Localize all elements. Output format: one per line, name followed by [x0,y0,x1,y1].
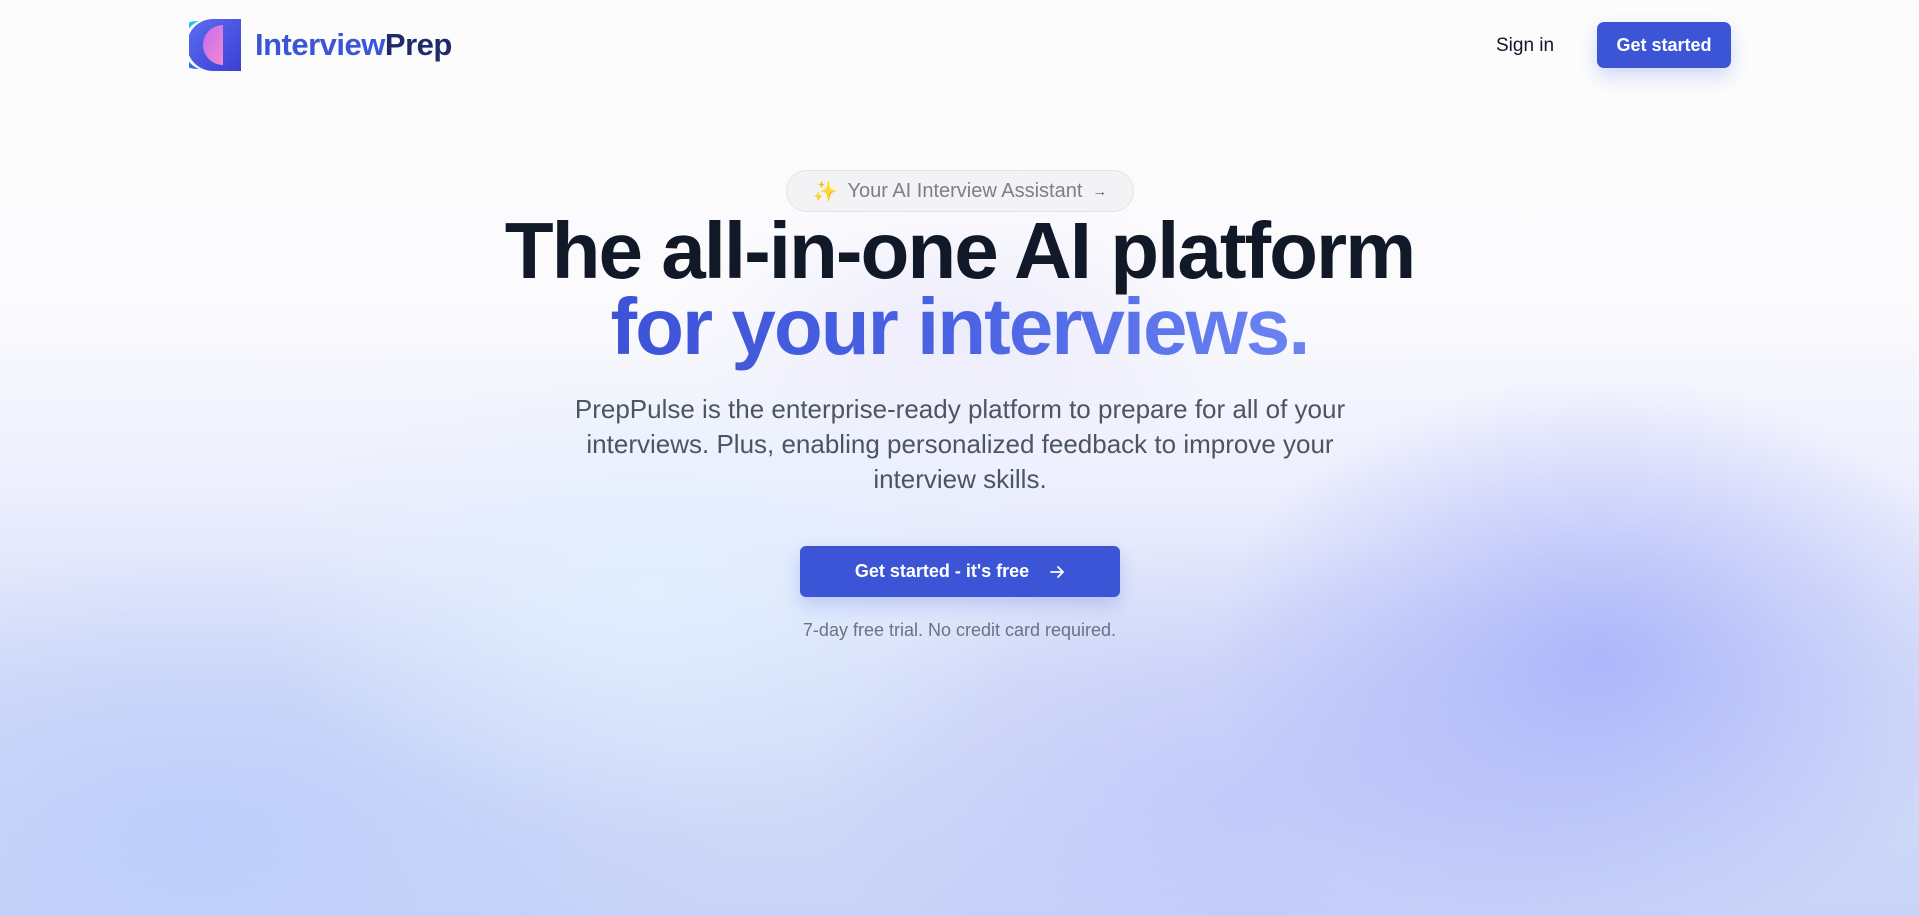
hero-headline-gradient-text: for your interviews. [610,282,1311,371]
sign-in-link[interactable]: Sign in [1492,32,1558,60]
hero-headline-line2: for your interviews. [0,287,1919,367]
gradient-arc-logo-icon [189,19,241,71]
logo[interactable]: InterviewPrep [189,19,452,71]
logo-wordmark: InterviewPrep [255,27,452,63]
badge-label: Your AI Interview Assistant [847,179,1083,202]
sparkles-icon: ✨ [812,180,838,203]
logo-text-secondary: Prep [384,27,452,62]
hero-get-started-button[interactable]: Get started - it's free [800,546,1120,597]
top-navbar: InterviewPrep Sign in Get started [0,0,1919,92]
arrow-right-icon [1050,565,1065,578]
hero-cta-label: Get started - it's free [854,561,1030,581]
hero-subheading: PrepPulse is the enterprise-ready platfo… [574,394,1346,494]
trial-note: 7-day free trial. No credit card require… [802,620,1117,640]
arrow-right-icon: → [1092,182,1108,200]
hero-headline-line1: The all-in-one AI platform [504,206,1416,295]
nav-get-started-button[interactable]: Get started [1597,22,1731,68]
logo-text-primary: Interview [255,27,385,62]
